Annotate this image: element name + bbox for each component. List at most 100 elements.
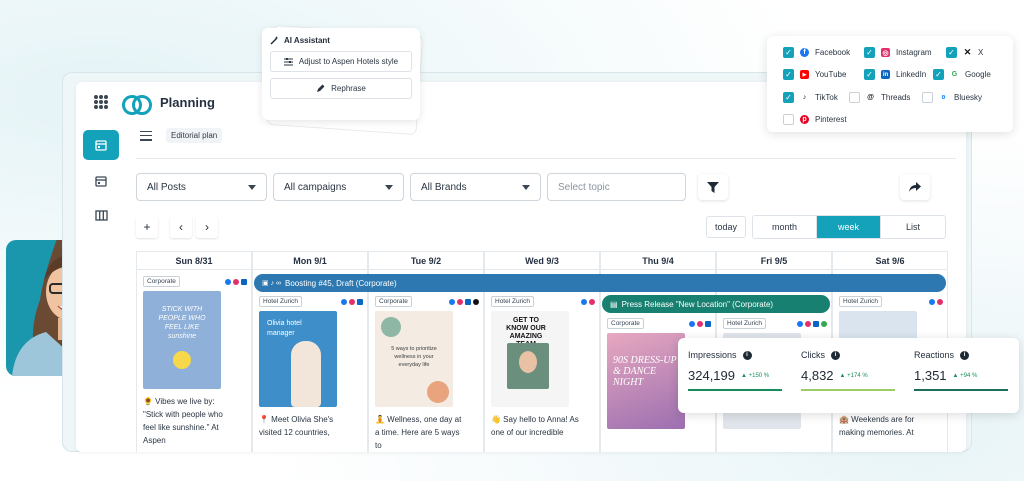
network-youtube[interactable]: ✓ ▶ YouTube [783,69,846,80]
instagram-icon [589,298,595,305]
social-icons [449,298,479,305]
social-icons [689,320,711,327]
adjust-style-label: Adjust to Aspen Hotels style [298,57,399,66]
sidebar-item-calendar[interactable] [83,166,119,196]
checkbox-checked[interactable]: ✓ [783,92,794,103]
checkbox-checked[interactable]: ✓ [783,47,794,58]
network-label: LinkedIn [896,70,927,79]
network-linkedin[interactable]: ✓ in LinkedIn [864,69,926,80]
document-icon: ▤ [610,299,618,309]
network-google[interactable]: ✓ G Google [933,69,991,80]
pen-icon [317,84,325,92]
brand-tag: Corporate [607,318,644,329]
topic-select[interactable]: Select topic [547,173,686,201]
press-release-event-bar[interactable]: ▤ Press Release "New Location" (Corporat… [602,295,830,313]
checkbox-checked[interactable]: ✓ [864,69,875,80]
caret-down-icon [522,184,530,190]
posts-filter-dropdown[interactable]: All Posts [136,173,267,201]
prev-week-button[interactable]: ‹ [170,216,192,238]
network-x[interactable]: ✓ ✕ X [946,47,983,58]
network-pinterest[interactable]: p Pinterest [783,114,847,125]
info-icon[interactable]: i [742,350,752,360]
instagram-icon [233,278,239,285]
instagram-icon [349,298,355,305]
checkbox-unchecked[interactable] [849,92,860,103]
social-icons [581,298,595,305]
stat-reactions: Reactions i 1,351 ▲ +94 % [914,350,1010,391]
filter-icon [707,181,719,193]
tab-month[interactable]: month [753,216,817,238]
apps-grid-icon[interactable] [94,95,108,109]
checkbox-unchecked[interactable] [922,92,933,103]
network-threads[interactable]: @ Threads [849,92,910,103]
breadcrumb[interactable]: Editorial plan [166,128,223,143]
post-card[interactable]: Corporate 5 ways to prioritize wellness … [375,296,479,452]
linkedin-icon [705,320,711,327]
info-icon[interactable]: i [960,350,970,360]
filter-bar: All Posts All campaigns All Brands Selec… [136,173,686,201]
ai-assistant-popup: AI Assistant Adjust to Aspen Hotels styl… [262,28,420,120]
ai-assistant-title: AI Assistant [270,36,412,45]
google-icon: G [950,70,959,79]
sliders-icon [283,57,293,65]
threads-icon: @ [866,93,875,102]
brands-filter-dropdown[interactable]: All Brands [410,173,541,201]
brand-tag: Corporate [143,276,180,287]
sidebar-item-board[interactable] [83,200,119,230]
tab-list[interactable]: List [881,216,945,238]
share-button[interactable] [900,174,930,200]
sidebar-item-calendar-active[interactable] [83,130,119,160]
stat-impressions: Impressions i 324,199 ▲ +150 % [688,350,784,391]
network-tiktok[interactable]: ✓ ♪ TikTok [783,92,838,103]
campaigns-filter-dropdown[interactable]: All campaigns [273,173,404,201]
calendar-nav: + ‹ › [136,216,218,238]
boosting-event-label: Boosting #45, Draft (Corporate) [285,278,397,288]
day-header: Wed 9/3 [485,252,599,270]
post-card[interactable]: Hotel Zurich Olivia hotel manager 📍 Meet… [259,296,363,439]
post-card[interactable]: Hotel Zurich GET TO KNOW OUR AMAZING TEA… [491,296,595,439]
network-facebook[interactable]: ✓ f Facebook [783,47,850,58]
stat-value: 324,199 [688,368,735,383]
adjust-style-button[interactable]: Adjust to Aspen Hotels style [270,51,412,72]
menu-icon[interactable] [140,130,152,141]
facebook-icon [689,320,695,327]
add-post-button[interactable]: + [136,216,158,238]
checkbox-checked[interactable]: ✓ [864,47,875,58]
person-figure [291,341,321,407]
network-label: Threads [881,93,911,102]
network-label: Google [965,70,991,79]
today-button[interactable]: today [706,216,746,238]
facebook-icon [929,298,935,305]
next-week-button[interactable]: › [196,216,218,238]
linkedin-icon [813,320,819,327]
post-card[interactable]: Corporate STICK WITH PEOPLE WHO FEEL LIK… [143,276,247,447]
stat-underline [688,389,782,391]
network-bluesky[interactable]: ʚ Bluesky [922,92,982,103]
day-column-sun: Sun 8/31 Corporate STICK WITH PEOPLE WHO… [136,252,252,452]
post-text: 📍 Meet Olivia She's visited 12 countries… [259,415,334,437]
checkbox-checked[interactable]: ✓ [783,69,794,80]
network-label: YouTube [815,70,847,79]
post-text: 🧘 Wellness, one day at a time. Here are … [375,415,462,450]
network-instagram[interactable]: ✓ ◎ Instagram [864,47,932,58]
tiktok-icon: ♪ [800,93,809,102]
checkbox-checked[interactable]: ✓ [946,47,957,58]
stat-underline [914,389,1008,391]
network-label: Bluesky [954,93,983,102]
thumb-text: STICK WITH PEOPLE WHO FEEL LIKE sunshine [158,306,206,340]
checkbox-unchecked[interactable] [783,114,794,125]
boosting-event-bar[interactable]: ▣ ♪ ∞ Boosting #45, Draft (Corporate) [254,274,946,292]
share-arrow-icon [909,181,921,192]
tab-week[interactable]: week [817,216,881,238]
bluesky-icon: ʚ [939,93,948,102]
checkbox-checked[interactable]: ✓ [933,69,944,80]
caret-down-icon [385,184,393,190]
columns-icon [94,209,108,221]
stat-label: Impressions [688,350,737,360]
info-icon[interactable]: i [831,350,840,360]
facebook-icon: f [800,48,809,57]
filter-button[interactable] [698,174,728,200]
x-icon: ✕ [963,47,972,57]
rephrase-button[interactable]: Rephrase [270,78,412,99]
brand-tag: Hotel Zurich [491,296,535,307]
